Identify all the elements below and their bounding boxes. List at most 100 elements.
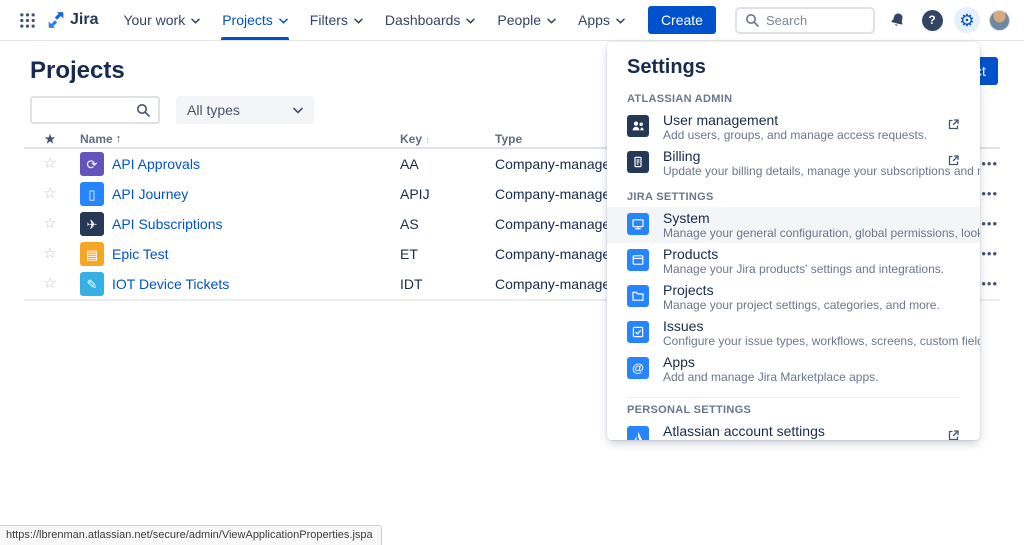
create-button[interactable]: Create (647, 6, 716, 34)
users-icon (627, 115, 649, 137)
project-name-link[interactable]: API Journey (112, 186, 188, 202)
chevron-down-icon (279, 18, 288, 24)
settings-item-system[interactable]: System Manage your general configuration,… (607, 207, 980, 243)
settings-item-description: Manage your general configuration, globa… (663, 226, 980, 240)
chevron-down-icon (547, 18, 556, 24)
section-heading-jira-settings: JIRA SETTINGS (627, 191, 714, 203)
nav-item-dashboards[interactable]: Dashboards (374, 0, 487, 40)
project-avatar notepad-icon: ✎ (80, 272, 104, 296)
help-icon[interactable]: ? (919, 7, 945, 33)
link-status-bar: https://lbrenman.atlassian.net/secure/ad… (0, 525, 382, 545)
type-filter-value: All types (187, 102, 240, 118)
settings-item-title: Products (663, 246, 719, 262)
nav-item-label: Filters (309, 12, 348, 28)
project-search-input[interactable] (40, 102, 128, 118)
chevron-down-icon (616, 18, 625, 24)
nav-item-filters[interactable]: Filters (299, 0, 374, 40)
settings-item-title: Projects (663, 282, 714, 298)
top-navigation: Jira Your work Projects Filters Dashboards P… (0, 0, 1024, 41)
products-icon (627, 249, 649, 271)
project-avatar sync-icon: ⟳ (80, 152, 104, 176)
row-more-button[interactable]: ••• (981, 246, 998, 261)
settings-item-title: Apps (663, 354, 695, 370)
project-name-link[interactable]: Epic Test (112, 246, 169, 262)
settings-item-description: Update your billing details, manage your… (663, 164, 980, 178)
settings-item-atlassian-account-settings[interactable]: Atlassian account settings (607, 420, 980, 440)
notification-bell-icon[interactable] (884, 7, 910, 33)
section-heading-personal-settings: PERSONAL SETTINGS (627, 397, 960, 416)
column-header-key[interactable]: Key ↕ (400, 132, 495, 146)
jira-mark-icon (48, 12, 64, 28)
billing-icon (627, 151, 649, 173)
project-name-link[interactable]: API Approvals (112, 156, 200, 172)
star-toggle-icon[interactable]: ☆ (43, 155, 56, 172)
nav-item-your-work[interactable]: Your work (112, 0, 211, 40)
global-search-input[interactable] (766, 12, 856, 28)
app-switcher-icon[interactable] (14, 7, 40, 33)
project-key: ET (400, 246, 418, 262)
star-toggle-icon[interactable]: ☆ (43, 245, 56, 262)
settings-item-title: Atlassian account settings (663, 423, 825, 439)
row-more-button[interactable]: ••• (981, 216, 998, 231)
settings-item-products[interactable]: Products Manage your Jira products' setti… (607, 243, 980, 279)
settings-panel-title: Settings (627, 56, 706, 78)
star-toggle-icon[interactable]: ☆ (43, 185, 56, 202)
project-name-link[interactable]: API Subscriptions (112, 216, 223, 232)
settings-item-title: System (663, 210, 710, 226)
avatar[interactable] (989, 9, 1010, 31)
project-avatar phone-icon: ▯ (80, 182, 104, 206)
settings-item-description: Manage your project settings, categories… (663, 298, 940, 312)
settings-item-title: User management (663, 112, 779, 128)
primary-nav: Your work Projects Filters Dashboards People… (112, 0, 635, 40)
project-avatar bed-icon: ▤ (80, 242, 104, 266)
row-more-button[interactable]: ••• (981, 186, 998, 201)
settings-gear-icon[interactable]: ⚙ (954, 7, 980, 33)
global-search[interactable] (735, 6, 875, 34)
question-mark-icon: ? (921, 9, 943, 31)
external-link-icon (947, 118, 960, 136)
nav-item-label: Projects (222, 12, 273, 28)
type-filter-select[interactable]: All types (176, 96, 314, 124)
star-toggle-icon[interactable]: ☆ (43, 275, 56, 292)
nav-item-label: Dashboards (384, 12, 461, 28)
chevron-down-icon (354, 18, 363, 24)
jira-logo[interactable]: Jira (46, 10, 98, 30)
settings-item-issues[interactable]: Issues Configure your issue types, workfl… (607, 315, 980, 351)
settings-item-billing[interactable]: Billing Update your billing details, mana… (607, 145, 980, 181)
star-toggle-icon[interactable]: ☆ (43, 215, 56, 232)
folder-icon (627, 285, 649, 307)
nav-item-label: People (497, 12, 542, 28)
search-icon (137, 104, 150, 117)
settings-item-user-management[interactable]: User management Add users, groups, and ma… (607, 109, 980, 145)
nav-item-label: Your work (123, 12, 186, 28)
settings-item-apps[interactable]: @ Apps Add and manage Jira Marketplace app… (607, 351, 980, 387)
external-link-icon (947, 429, 960, 440)
settings-item-projects[interactable]: Projects Manage your project settings, ca… (607, 279, 980, 315)
project-search-field[interactable] (30, 96, 160, 124)
star-column-icon: ★ (44, 131, 56, 146)
settings-item-description: Add and manage Jira Marketplace apps. (663, 370, 879, 384)
nav-item-projects[interactable]: Projects (211, 0, 299, 40)
column-header-name[interactable]: Name ↑ (76, 132, 400, 146)
logo-text: Jira (70, 11, 99, 28)
row-more-button[interactable]: ••• (981, 276, 998, 291)
project-key: APIJ (400, 186, 430, 202)
nav-item-people[interactable]: People (486, 0, 567, 40)
settings-item-title: Issues (663, 318, 704, 334)
issues-icon (627, 321, 649, 343)
topnav-right-cluster: ? ⚙ (735, 6, 1010, 34)
nav-item-label: Apps (578, 12, 610, 28)
atlassian-icon (627, 426, 649, 440)
project-key: IDT (400, 276, 423, 292)
project-key: AS (400, 216, 419, 232)
row-more-button[interactable]: ••• (981, 156, 998, 171)
external-link-icon (947, 154, 960, 172)
apps-icon: @ (627, 357, 649, 379)
settings-item-description: Add users, groups, and manage access req… (663, 128, 928, 142)
nav-item-apps[interactable]: Apps (567, 0, 636, 40)
settings-item-title: Billing (663, 148, 701, 164)
project-name-link[interactable]: IOT Device Tickets (112, 276, 229, 292)
settings-panel: Settings ATLASSIAN ADMIN User management A… (607, 42, 980, 440)
project-key: AA (400, 156, 419, 172)
project-avatar rocket-icon: ✈ (80, 212, 104, 236)
